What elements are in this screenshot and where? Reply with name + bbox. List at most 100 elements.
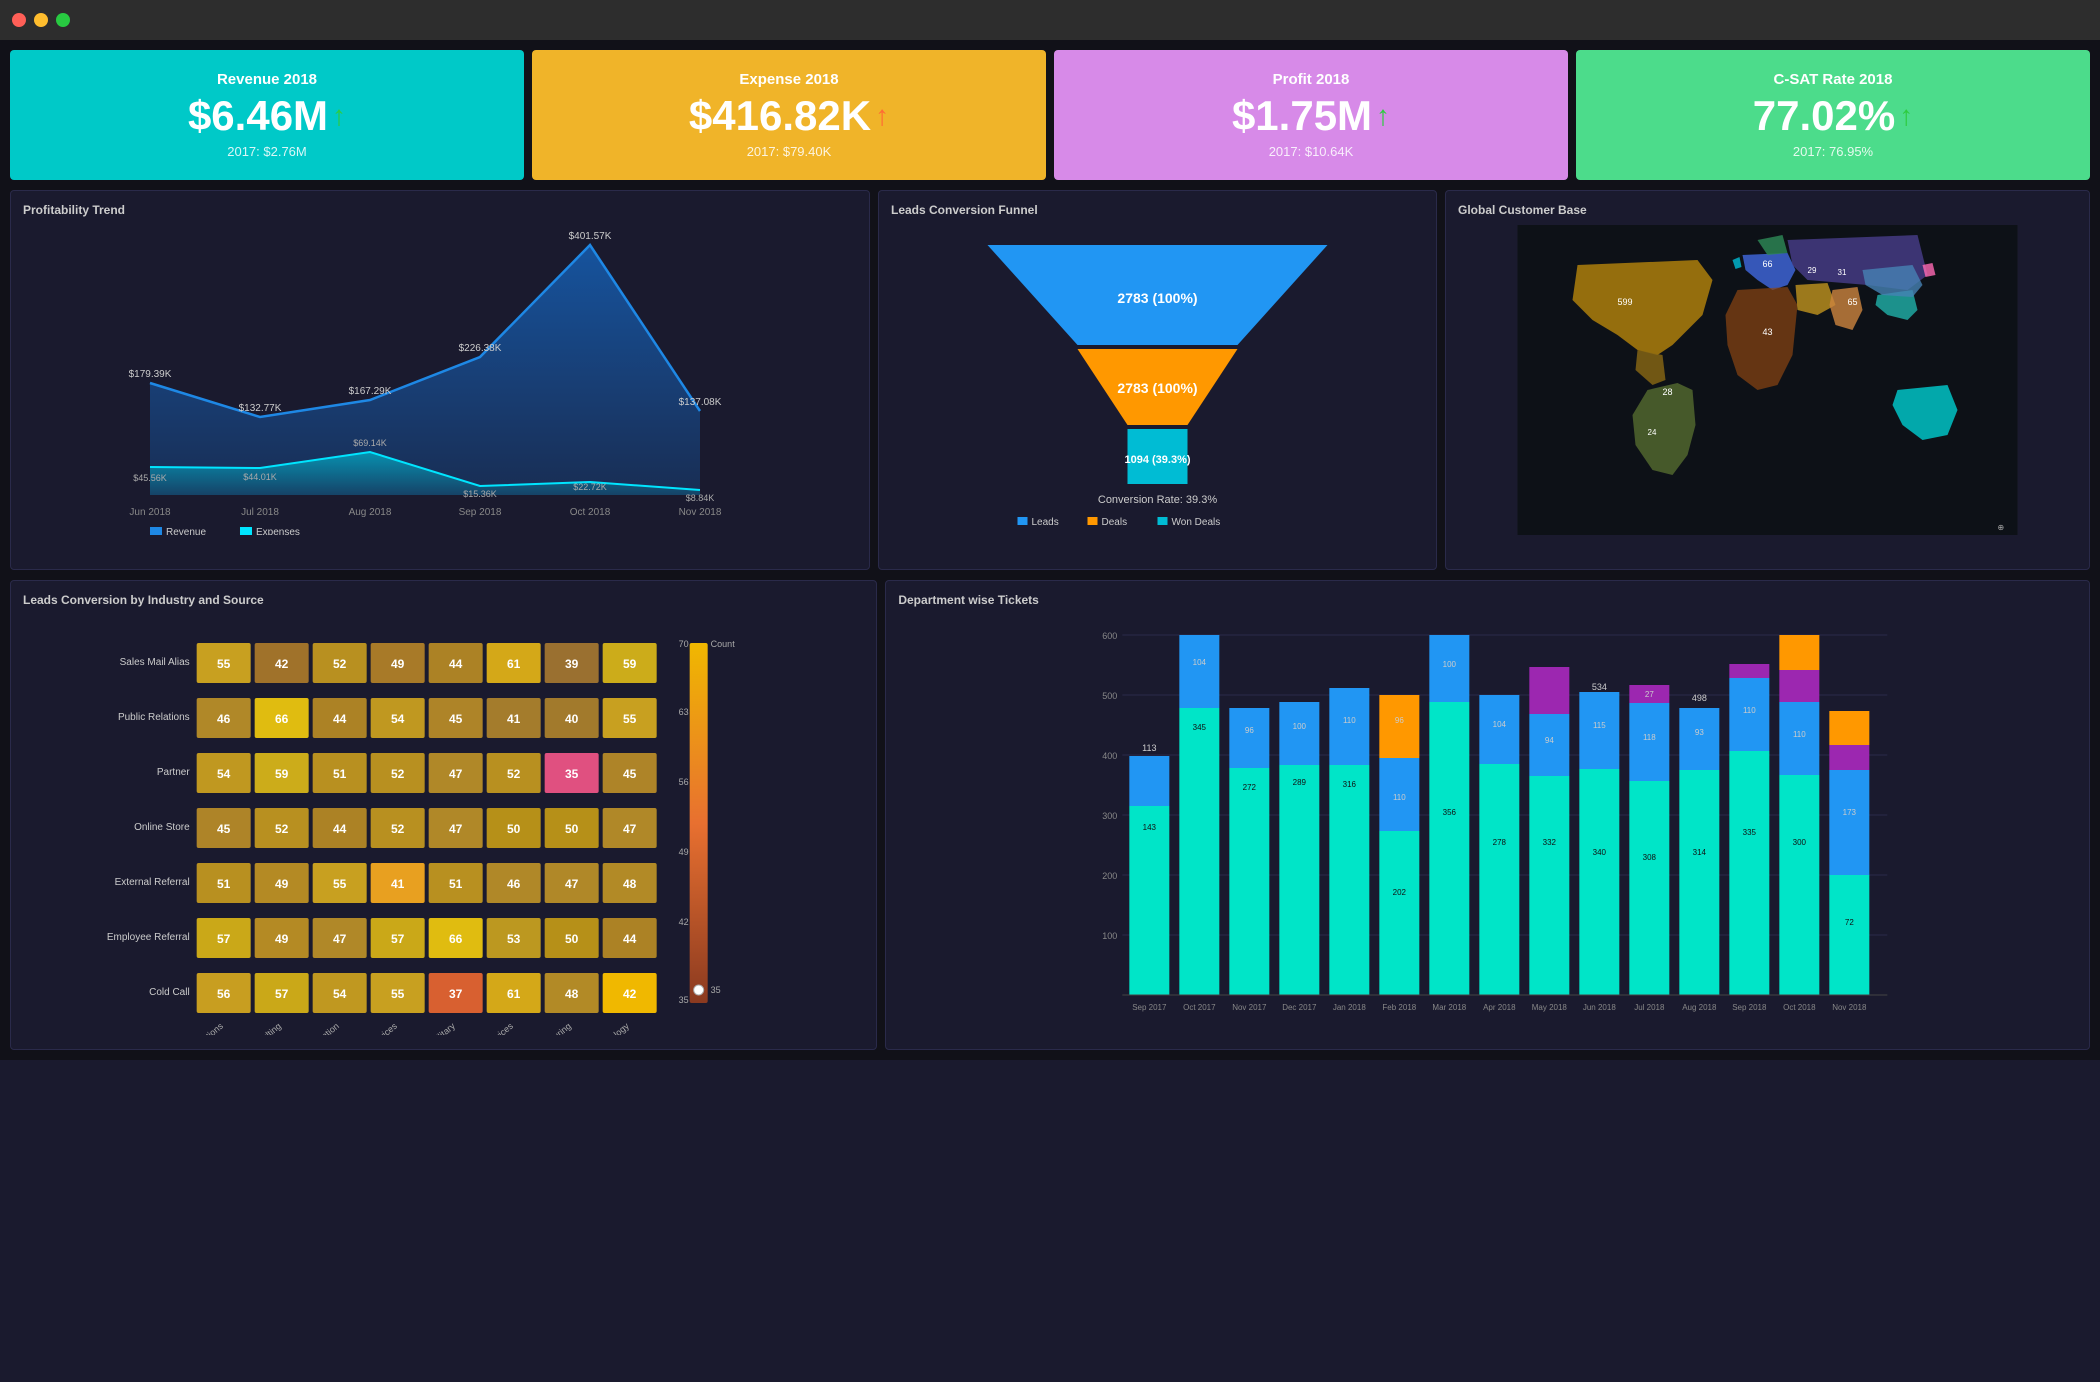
svg-text:Manufacturing: Manufacturing [523, 1021, 573, 1035]
svg-text:External Referral: External Referral [115, 877, 190, 888]
svg-text:52: 52 [275, 822, 289, 836]
svg-text:47: 47 [565, 877, 579, 891]
svg-text:45: 45 [623, 767, 637, 781]
funnel-panel: Leads Conversion Funnel 2783 (100%) 2783… [878, 190, 1437, 570]
svg-text:55: 55 [623, 712, 637, 726]
svg-text:Mar 2018: Mar 2018 [1433, 1003, 1467, 1012]
svg-text:Expenses: Expenses [256, 527, 300, 535]
svg-text:Technology: Technology [590, 1021, 632, 1035]
revenue-arrow: ↑ [332, 100, 346, 132]
svg-text:Sales Mail Alias: Sales Mail Alias [120, 657, 190, 668]
svg-text:46: 46 [507, 877, 521, 891]
kpi-profit-value: $1.75M ↑ [1232, 92, 1390, 140]
svg-text:278: 278 [1493, 838, 1507, 847]
svg-text:Jul 2018: Jul 2018 [241, 507, 279, 518]
svg-text:50: 50 [565, 822, 579, 836]
svg-text:Deals: Deals [1101, 517, 1127, 528]
svg-text:314: 314 [1693, 848, 1707, 857]
profit-arrow: ↑ [1376, 100, 1390, 132]
svg-text:IT Services: IT Services [474, 1021, 515, 1035]
svg-text:70: 70 [679, 639, 689, 649]
svg-text:104: 104 [1193, 658, 1207, 667]
svg-text:400: 400 [1103, 751, 1118, 761]
kpi-expense-title: Expense 2018 [739, 71, 838, 88]
svg-text:55: 55 [217, 657, 231, 671]
svg-text:35: 35 [711, 985, 721, 995]
svg-text:Cold Call: Cold Call [149, 987, 190, 998]
svg-text:Consulting: Consulting [244, 1021, 283, 1035]
svg-text:56: 56 [679, 777, 689, 787]
svg-text:498: 498 [1692, 693, 1707, 703]
svg-text:$69.14K: $69.14K [353, 438, 387, 448]
svg-text:40: 40 [565, 712, 579, 726]
mid-row: Profitability Trend [10, 190, 2090, 570]
svg-text:Jul 2018: Jul 2018 [1635, 1003, 1666, 1012]
map-panel: Global Customer Base [1445, 190, 2090, 570]
svg-text:72: 72 [1845, 918, 1854, 927]
svg-text:Revenue: Revenue [166, 527, 206, 535]
svg-text:45: 45 [217, 822, 231, 836]
svg-text:Leads: Leads [1031, 517, 1058, 528]
svg-text:42: 42 [623, 987, 637, 1001]
svg-text:600: 600 [1103, 631, 1118, 641]
svg-text:100: 100 [1103, 931, 1118, 941]
kpi-expense-value: $416.82K ↑ [689, 92, 889, 140]
svg-text:Sep 2018: Sep 2018 [1733, 1003, 1768, 1012]
svg-text:Sep 2018: Sep 2018 [459, 507, 502, 518]
svg-text:48: 48 [623, 877, 637, 891]
svg-text:55: 55 [333, 877, 347, 891]
svg-text:44: 44 [333, 822, 347, 836]
svg-text:$401.57K: $401.57K [569, 231, 612, 242]
heatmap-title: Leads Conversion by Industry and Source [23, 593, 826, 607]
map-title: Global Customer Base [1458, 203, 2077, 217]
profitability-title: Profitability Trend [23, 203, 857, 217]
svg-text:66: 66 [1762, 259, 1772, 269]
svg-text:1094 (39.3%): 1094 (39.3%) [1124, 454, 1190, 466]
svg-text:110: 110 [1343, 716, 1356, 725]
svg-text:47: 47 [449, 767, 463, 781]
svg-text:Financial Services: Financial Services [337, 1021, 400, 1035]
svg-text:Dec 2017: Dec 2017 [1283, 1003, 1318, 1012]
svg-text:35: 35 [565, 767, 579, 781]
svg-text:29: 29 [1807, 266, 1816, 275]
svg-text:Nov 2017: Nov 2017 [1233, 1003, 1268, 1012]
svg-text:28: 28 [1662, 387, 1672, 397]
svg-text:$132.77K: $132.77K [239, 403, 282, 414]
svg-text:May 2018: May 2018 [1532, 1003, 1568, 1012]
maximize-button[interactable] [56, 13, 70, 27]
svg-text:Oct 2017: Oct 2017 [1183, 1003, 1216, 1012]
heatmap-area: Sales Mail Alias Public Relations Partne… [23, 615, 826, 1035]
svg-text:202: 202 [1393, 888, 1407, 897]
minimize-button[interactable] [34, 13, 48, 27]
svg-text:$22.72K: $22.72K [573, 482, 607, 492]
kpi-profit: Profit 2018 $1.75M ↑ 2017: $10.64K [1054, 50, 1568, 180]
svg-text:Communications: Communications [167, 1021, 225, 1035]
svg-text:50: 50 [507, 822, 521, 836]
svg-text:93: 93 [1695, 728, 1704, 737]
svg-text:45: 45 [449, 712, 463, 726]
svg-text:Government/Military: Government/Military [389, 1021, 457, 1035]
svg-text:113: 113 [1142, 743, 1156, 753]
kpi-expense-prev: 2017: $79.40K [747, 144, 832, 159]
svg-text:41: 41 [507, 712, 521, 726]
profitability-panel: Profitability Trend [10, 190, 870, 570]
svg-text:$15.36K: $15.36K [463, 489, 497, 499]
bar-chart-panel: Department wise Tickets 600 500 400 300 … [885, 580, 2090, 1050]
svg-text:Apr 2018: Apr 2018 [1483, 1003, 1516, 1012]
svg-text:335: 335 [1743, 828, 1757, 837]
svg-text:316: 316 [1343, 780, 1357, 789]
svg-text:53: 53 [507, 932, 521, 946]
close-button[interactable] [12, 13, 26, 27]
svg-text:42: 42 [679, 917, 689, 927]
svg-text:51: 51 [333, 767, 347, 781]
funnel-chart: 2783 (100%) 2783 (100%) 1094 (39.3%) Con… [891, 225, 1424, 535]
svg-text:96: 96 [1245, 726, 1254, 735]
svg-text:110: 110 [1393, 793, 1406, 802]
svg-text:Jan 2018: Jan 2018 [1333, 1003, 1366, 1012]
svg-text:$45.56K: $45.56K [133, 473, 167, 483]
svg-text:332: 332 [1543, 838, 1557, 847]
svg-text:173: 173 [1843, 808, 1857, 817]
svg-text:Partner: Partner [157, 767, 190, 778]
profitability-chart: $179.39K $132.77K $167.29K $226.38K $401… [23, 225, 857, 535]
svg-text:39: 39 [565, 657, 579, 671]
